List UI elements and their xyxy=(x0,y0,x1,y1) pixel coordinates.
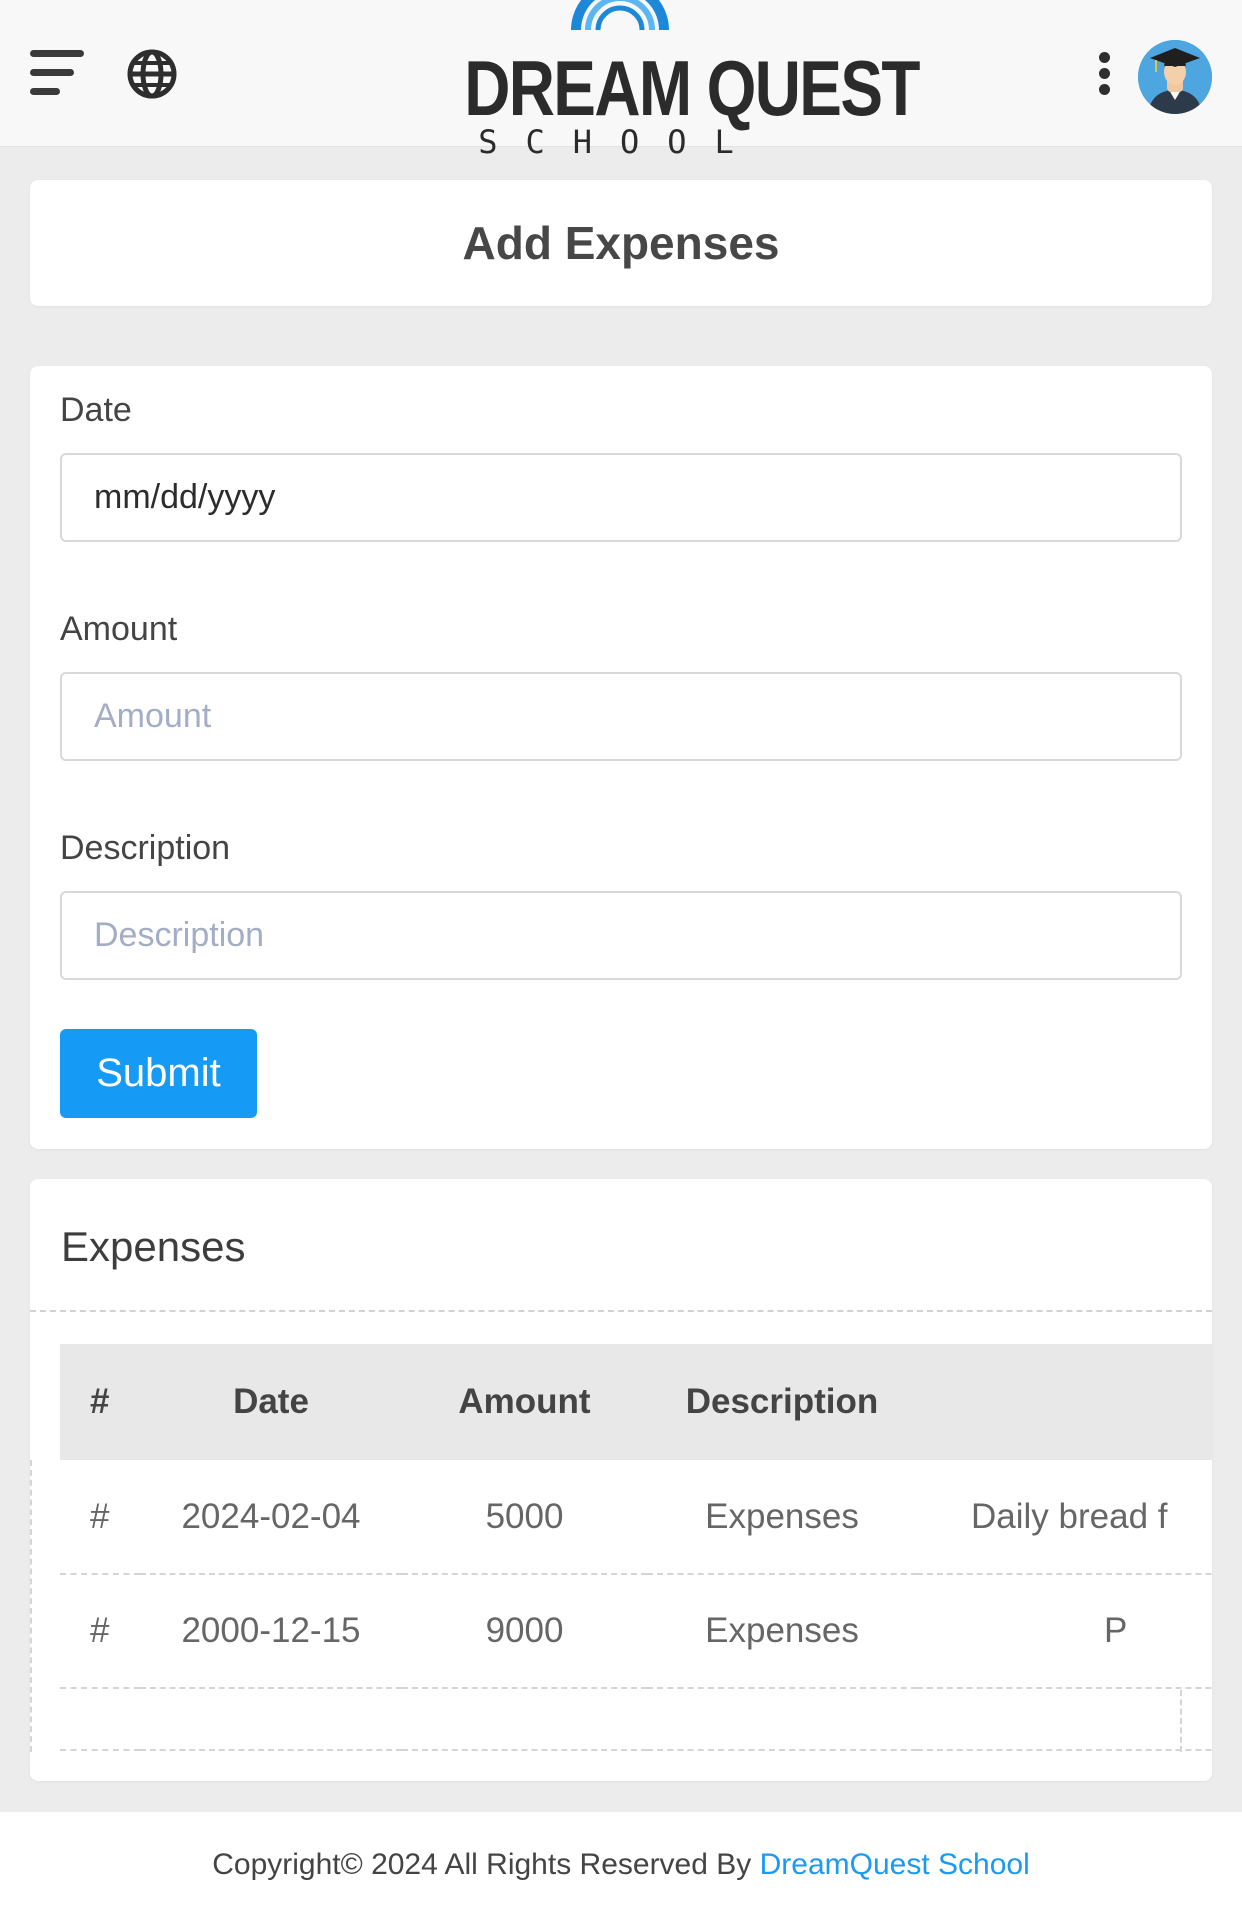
logo-subtitle: SCHOOL xyxy=(430,124,810,160)
cell-title: P xyxy=(1104,1611,1128,1650)
page-title: Add Expenses xyxy=(462,217,780,269)
page-title-card: Add Expenses xyxy=(30,180,1212,306)
date-label: Date xyxy=(60,391,132,429)
column-header-hash[interactable]: # xyxy=(60,1344,140,1460)
table-row: # 2000-12-15 9000 Expenses P xyxy=(60,1574,1212,1688)
column-header-date[interactable]: Date xyxy=(140,1344,402,1460)
expenses-title: Expenses xyxy=(61,1223,246,1270)
school-logo[interactable]: DREAM QUEST SCHOOL xyxy=(430,0,920,160)
column-header-description[interactable]: Description xyxy=(647,1344,917,1460)
globe-icon[interactable] xyxy=(126,48,178,100)
kebab-menu-icon[interactable] xyxy=(1094,52,1114,102)
page-footer: Copyright© 2024 All Rights Reserved By D… xyxy=(0,1812,1242,1917)
hamburger-menu-icon[interactable] xyxy=(30,50,84,96)
logo-arc-icon xyxy=(571,0,669,31)
user-avatar[interactable] xyxy=(1138,40,1212,114)
cell-amount: 5000 xyxy=(485,1496,564,1536)
amount-label: Amount xyxy=(60,610,178,648)
description-label: Description xyxy=(60,829,231,867)
cell-description: Expenses xyxy=(705,1496,859,1536)
copyright-text: Copyright© 2024 All Rights Reserved By xyxy=(212,1848,752,1881)
column-header-amount[interactable]: Amount xyxy=(402,1344,647,1460)
cell-date: 2000-12-15 xyxy=(181,1611,361,1650)
section-divider xyxy=(30,1310,1212,1312)
cell-amount: 9000 xyxy=(485,1611,564,1650)
logo-title: DREAM QUEST xyxy=(464,44,920,132)
cell-date: 2024-02-04 xyxy=(181,1496,361,1536)
date-input[interactable] xyxy=(60,453,1182,542)
table-empty-row xyxy=(60,1688,1212,1750)
cell-description: Expenses xyxy=(705,1611,859,1650)
table-row: # 2024-02-04 5000 Expenses Daily bread f xyxy=(60,1460,1212,1574)
graduate-avatar-icon xyxy=(1138,40,1212,114)
table-header-row: # Date Amount Description T xyxy=(60,1344,1212,1460)
expenses-card: Expenses # Date Amount Description T # 2… xyxy=(30,1179,1212,1781)
top-header: DREAM QUEST SCHOOL xyxy=(0,0,1242,160)
submit-button[interactable]: Submit xyxy=(60,1029,257,1118)
cell-hash[interactable]: # xyxy=(60,1460,140,1574)
add-expense-form: Date Amount Description Submit xyxy=(30,366,1212,1149)
footer-school-link[interactable]: DreamQuest School xyxy=(760,1848,1030,1881)
column-header-title[interactable]: T xyxy=(917,1344,1212,1460)
table-border-right xyxy=(1180,1690,1182,1752)
expenses-table-scroll[interactable]: # Date Amount Description T # 2024-02-04… xyxy=(60,1344,1212,1764)
logo-subtitle-text: SCHOOL xyxy=(478,123,762,161)
table-border-left xyxy=(30,1460,32,1752)
description-input[interactable] xyxy=(60,891,1182,980)
cell-hash[interactable]: # xyxy=(60,1574,140,1688)
cell-title: Daily bread f xyxy=(971,1496,1168,1536)
amount-input[interactable] xyxy=(60,672,1182,761)
expenses-table: # Date Amount Description T # 2024-02-04… xyxy=(60,1344,1212,1751)
